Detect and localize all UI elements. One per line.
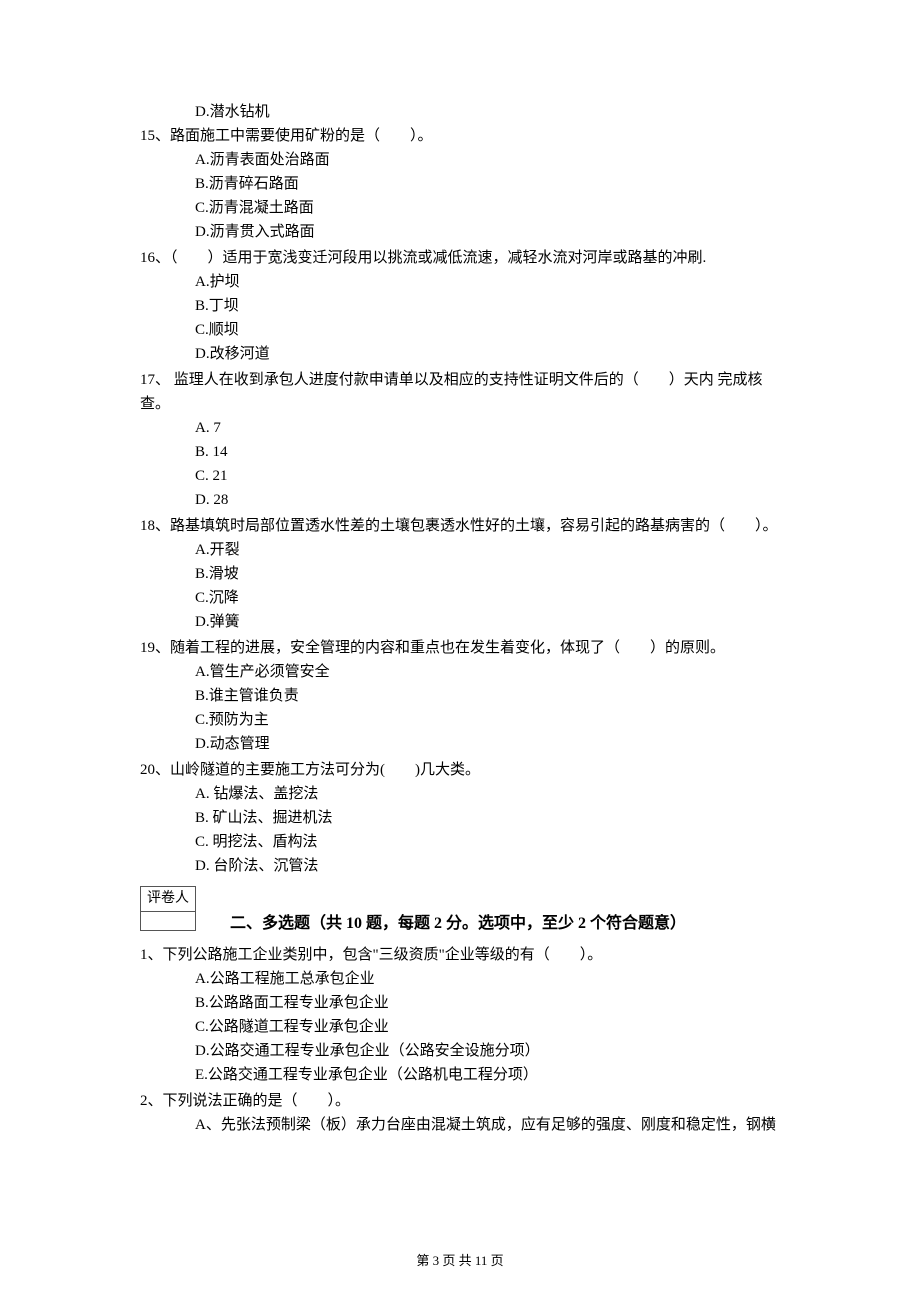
question-options: A. 钻爆法、盖挖法 B. 矿山法、掘进机法 C. 明挖法、盾构法 D. 台阶法… bbox=[195, 782, 780, 878]
option-a: A.公路工程施工总承包企业 bbox=[195, 967, 780, 991]
question-text: 19、随着工程的进展，安全管理的内容和重点也在发生着变化，体现了（ ）的原则。 bbox=[140, 636, 780, 660]
question-text: 16、（ ）适用于宽浅变迁河段用以挑流或减低流速，减轻水流对河岸或路基的冲刷. bbox=[140, 246, 780, 270]
option-a: A.沥青表面处治路面 bbox=[195, 148, 780, 172]
multi-question-1: 1、下列公路施工企业类别中，包含"三级资质"企业等级的有（ ）。 A.公路工程施… bbox=[140, 943, 780, 1087]
page-footer: 第 3 页 共 11 页 bbox=[0, 1251, 920, 1272]
option-a: A. 7 bbox=[195, 416, 780, 440]
question-18: 18、路基填筑时局部位置透水性差的土壤包裹透水性好的土壤，容易引起的路基病害的（… bbox=[140, 514, 780, 634]
option-d: D.动态管理 bbox=[195, 732, 780, 756]
option-a: A.管生产必须管安全 bbox=[195, 660, 780, 684]
option-a: A.开裂 bbox=[195, 538, 780, 562]
grader-box: 评卷人 bbox=[140, 886, 196, 931]
page-container: D.潜水钻机 15、路面施工中需要使用矿粉的是（ ）。 A.沥青表面处治路面 B… bbox=[0, 0, 920, 1302]
section-title: 二、多选题（共 10 题，每题 2 分。选项中，至少 2 个符合题意） bbox=[230, 911, 780, 937]
option-a: A、先张法预制梁（板）承力台座由混凝土筑成，应有足够的强度、刚度和稳定性，钢横 bbox=[195, 1113, 780, 1137]
multi-question-2: 2、下列说法正确的是（ ）。 A、先张法预制梁（板）承力台座由混凝土筑成，应有足… bbox=[140, 1089, 780, 1137]
option-c: C.预防为主 bbox=[195, 708, 780, 732]
question-17: 17、 监理人在收到承包人进度付款申请单以及相应的支持性证明文件后的（ ）天内 … bbox=[140, 368, 780, 512]
option-c: C.顺坝 bbox=[195, 318, 780, 342]
option-c: C.沉降 bbox=[195, 586, 780, 610]
option-b: B.丁坝 bbox=[195, 294, 780, 318]
question-options: A.沥青表面处治路面 B.沥青碎石路面 C.沥青混凝土路面 D.沥青贯入式路面 bbox=[195, 148, 780, 244]
option-d: D. 28 bbox=[195, 488, 780, 512]
question-text: 15、路面施工中需要使用矿粉的是（ ）。 bbox=[140, 124, 780, 148]
grader-label: 评卷人 bbox=[141, 887, 195, 912]
question-options: A.管生产必须管安全 B.谁主管谁负责 C.预防为主 D.动态管理 bbox=[195, 660, 780, 756]
grader-score-box bbox=[141, 912, 189, 930]
option-d: D.弹簧 bbox=[195, 610, 780, 634]
question-text: 1、下列公路施工企业类别中，包含"三级资质"企业等级的有（ ）。 bbox=[140, 943, 780, 967]
option-a: A. 钻爆法、盖挖法 bbox=[195, 782, 780, 806]
question-text: 17、 监理人在收到承包人进度付款申请单以及相应的支持性证明文件后的（ ）天内 … bbox=[140, 368, 780, 416]
question-20: 20、山岭隧道的主要施工方法可分为( )几大类。 A. 钻爆法、盖挖法 B. 矿… bbox=[140, 758, 780, 878]
question-options: A. 7 B. 14 C. 21 D. 28 bbox=[195, 416, 780, 512]
option-b: B.滑坡 bbox=[195, 562, 780, 586]
option-b: B. 矿山法、掘进机法 bbox=[195, 806, 780, 830]
option-e: E.公路交通工程专业承包企业（公路机电工程分项） bbox=[195, 1063, 780, 1087]
question-15: 15、路面施工中需要使用矿粉的是（ ）。 A.沥青表面处治路面 B.沥青碎石路面… bbox=[140, 124, 780, 244]
question-text: 18、路基填筑时局部位置透水性差的土壤包裹透水性好的土壤，容易引起的路基病害的（… bbox=[140, 514, 780, 538]
question-text: 2、下列说法正确的是（ ）。 bbox=[140, 1089, 780, 1113]
question-19: 19、随着工程的进展，安全管理的内容和重点也在发生着变化，体现了（ ）的原则。 … bbox=[140, 636, 780, 756]
option-d: D.公路交通工程专业承包企业（公路安全设施分项） bbox=[195, 1039, 780, 1063]
question-options: A、先张法预制梁（板）承力台座由混凝土筑成，应有足够的强度、刚度和稳定性，钢横 bbox=[195, 1113, 780, 1137]
option-c: C. 明挖法、盾构法 bbox=[195, 830, 780, 854]
option-b: B.谁主管谁负责 bbox=[195, 684, 780, 708]
question-text: 20、山岭隧道的主要施工方法可分为( )几大类。 bbox=[140, 758, 780, 782]
question-options: A.公路工程施工总承包企业 B.公路路面工程专业承包企业 C.公路隧道工程专业承… bbox=[195, 967, 780, 1087]
option-d: D.潜水钻机 bbox=[195, 100, 780, 124]
option-c: C. 21 bbox=[195, 464, 780, 488]
option-d: D.沥青贯入式路面 bbox=[195, 220, 780, 244]
question-options: A.护坝 B.丁坝 C.顺坝 D.改移河道 bbox=[195, 270, 780, 366]
option-d: D. 台阶法、沉管法 bbox=[195, 854, 780, 878]
question-16: 16、（ ）适用于宽浅变迁河段用以挑流或减低流速，减轻水流对河岸或路基的冲刷. … bbox=[140, 246, 780, 366]
option-b: B.沥青碎石路面 bbox=[195, 172, 780, 196]
option-c: C.沥青混凝土路面 bbox=[195, 196, 780, 220]
option-b: B. 14 bbox=[195, 440, 780, 464]
question-options: A.开裂 B.滑坡 C.沉降 D.弹簧 bbox=[195, 538, 780, 634]
option-a: A.护坝 bbox=[195, 270, 780, 294]
option-d: D.改移河道 bbox=[195, 342, 780, 366]
option-c: C.公路隧道工程专业承包企业 bbox=[195, 1015, 780, 1039]
option-b: B.公路路面工程专业承包企业 bbox=[195, 991, 780, 1015]
question-14-options: D.潜水钻机 bbox=[195, 100, 780, 124]
